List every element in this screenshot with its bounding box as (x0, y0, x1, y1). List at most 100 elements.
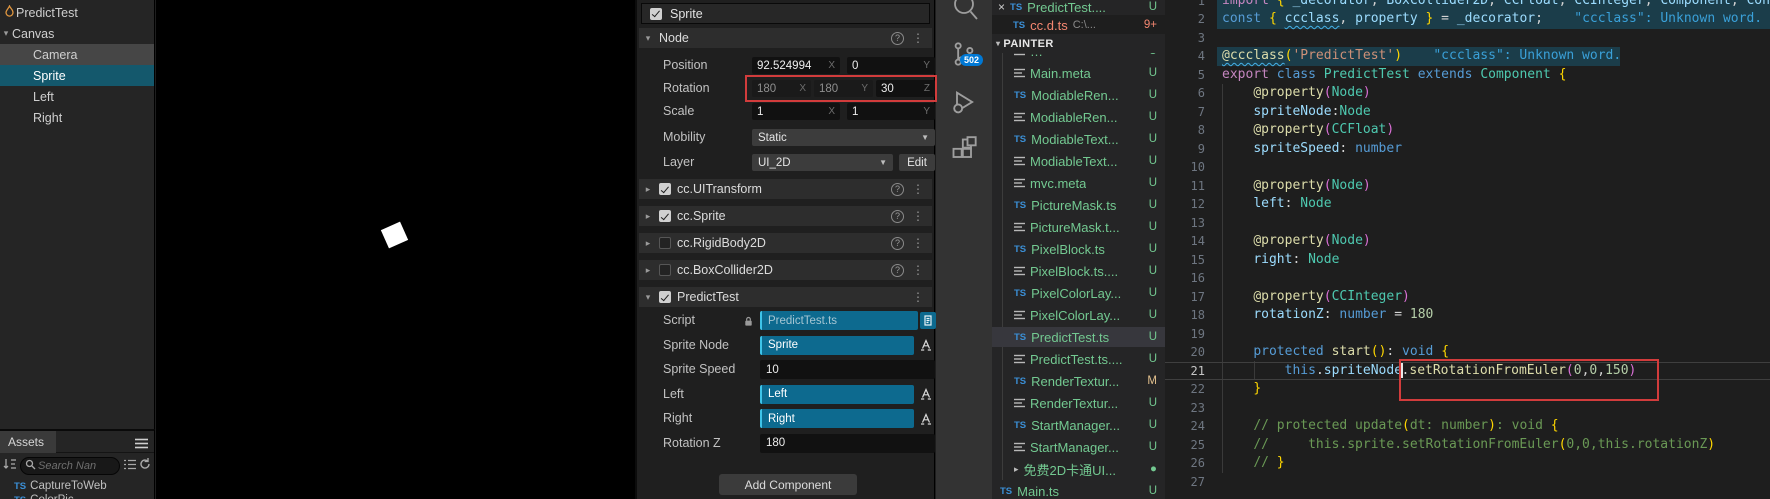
kebab-menu-icon[interactable]: ⋮ (910, 236, 926, 250)
node-picker-icon[interactable] (918, 337, 934, 354)
script-reference[interactable]: PredictTest.ts (760, 311, 918, 330)
code-line-5[interactable]: 5 export class PredictTest extends Compon… (1165, 66, 1770, 85)
tree-item--2d-ui-[interactable]: ▸ 免费2D卡通UI... ● (992, 459, 1165, 479)
position-x-input[interactable]: 92.524994 X (752, 57, 840, 74)
node-picker-icon[interactable] (918, 410, 934, 427)
assets-search-input[interactable]: Search Nan (20, 457, 120, 475)
explorer-section-painter[interactable]: ▾ PAINTER (992, 34, 1165, 53)
component-enabled-checkbox[interactable] (659, 237, 671, 249)
tree-item-pixelblock-ts[interactable]: TS PixelBlock.ts U (992, 239, 1165, 259)
close-icon[interactable]: × (998, 0, 1005, 14)
help-icon[interactable]: ? (891, 31, 904, 45)
code-line-27[interactable]: 27 (1165, 473, 1770, 492)
asset-item-colorpic[interactable]: TS ColorPic (0, 493, 154, 499)
component-enabled-checkbox[interactable] (659, 210, 671, 222)
code-line-1[interactable]: 1 import { _decorator, BoxCollider2D, CCF… (1165, 0, 1770, 10)
script-asset-icon[interactable] (920, 312, 936, 329)
code-line-8[interactable]: 8 @property(CCFloat) (1165, 121, 1770, 140)
code-line-26[interactable]: 26 // } (1165, 454, 1770, 473)
tree-item-modiabletext-[interactable]: ModiableText... U (992, 151, 1165, 171)
tree-item-pixelcolorlay-[interactable]: TS PixelColorLay... U (992, 283, 1165, 303)
tree-item-rendertextur-[interactable]: RenderTextur... U (992, 393, 1165, 413)
code-line-2[interactable]: 2 const { ccclass, property } = _decorato… (1165, 10, 1770, 29)
scene-view[interactable] (156, 0, 635, 499)
tree-item-mvc-meta[interactable]: mvc.meta U (992, 173, 1165, 193)
help-icon[interactable]: ? (891, 182, 904, 196)
rotation-z-input[interactable]: 30 Z (876, 80, 935, 97)
sprite-object[interactable] (380, 221, 409, 249)
tree-item-modiableren-[interactable]: TS ModiableRen... U (992, 85, 1165, 105)
asset-item-capturetoweb[interactable]: TS CaptureToWeb (0, 479, 154, 493)
code-line-15[interactable]: 15 right: Node (1165, 251, 1770, 270)
code-line-7[interactable]: 7 spriteNode:Node (1165, 103, 1770, 122)
refresh-icon[interactable] (139, 457, 151, 475)
node-picker-icon[interactable] (918, 386, 934, 403)
layer-edit-button[interactable]: Edit (899, 154, 935, 171)
kebab-menu-icon[interactable]: ⋮ (910, 290, 926, 304)
tree-item-pixelcolorlay-[interactable]: PixelColorLay... U (992, 305, 1165, 325)
node-section-header[interactable]: ▾ Node? ⋮ (639, 28, 932, 48)
help-icon[interactable]: ? (891, 236, 904, 250)
tree-item-picturemask-ts[interactable]: TS PictureMask.ts U (992, 195, 1165, 215)
rotation-y-input[interactable]: 180 Y (814, 80, 873, 97)
code-line-21[interactable]: 21 this.spriteNode.setRotationFromEuler(… (1165, 361, 1770, 380)
add-component-button[interactable]: Add Component (719, 474, 857, 495)
extensions-icon[interactable] (950, 136, 978, 169)
component-header-cc.sprite[interactable]: ▸ cc.Sprite? ⋮ (639, 206, 932, 226)
kebab-menu-icon[interactable]: ⋮ (910, 31, 926, 45)
code-line-10[interactable]: 10 (1165, 158, 1770, 177)
sprite-node-reference[interactable]: Sprite (760, 335, 914, 355)
tree-item-main-ts[interactable]: TS Main.ts U (992, 481, 1165, 499)
left-reference[interactable]: Left (760, 384, 914, 404)
mobility-dropdown[interactable]: Static ▼ (752, 129, 935, 146)
code-line-16[interactable]: 16 (1165, 269, 1770, 288)
scale-y-input[interactable]: 1Y (847, 103, 935, 120)
sort-icon[interactable] (3, 457, 17, 475)
kebab-menu-icon[interactable]: ⋮ (910, 182, 926, 196)
search-icon[interactable] (950, 0, 980, 28)
filter-icon[interactable] (123, 457, 136, 475)
tree-item-pixelblock-ts-[interactable]: PixelBlock.ts.... U (992, 261, 1165, 281)
code-line-25[interactable]: 25 // this.sprite.setRotationFromEuler(0… (1165, 436, 1770, 455)
component-header-cc.rigidbody2d[interactable]: ▸ cc.RigidBody2D? ⋮ (639, 233, 932, 253)
scale-x-input[interactable]: 1X (752, 103, 840, 120)
sprite-speed-input[interactable]: 10 (760, 360, 935, 379)
run-debug-icon[interactable] (950, 88, 978, 121)
tree-item-predicttest-ts-[interactable]: PredictTest.ts.... U (992, 349, 1165, 369)
code-line-9[interactable]: 9 spriteSpeed: number (1165, 140, 1770, 159)
tree-item-picturemask-t-[interactable]: PictureMask.t... U (992, 217, 1165, 237)
tree-item-modiabletext-[interactable]: TS ModiableText... U (992, 129, 1165, 149)
component-header-cc.uitransform[interactable]: ▸ cc.UITransform? ⋮ (639, 179, 932, 199)
code-line-24[interactable]: 24 // protected update(dt: number): void… (1165, 417, 1770, 436)
code-line-20[interactable]: 20 protected start(): void { (1165, 343, 1770, 362)
tree-item-rendertextur-[interactable]: TS RenderTextur... M (992, 371, 1165, 391)
hierarchy-item-left[interactable]: Left (0, 86, 154, 107)
help-icon[interactable]: ? (891, 263, 904, 277)
layer-dropdown[interactable]: UI_2D ▼ (752, 154, 893, 171)
code-editor[interactable]: 1 import { _decorator, BoxCollider2D, CCF… (1165, 0, 1770, 499)
code-line-12[interactable]: 12 left: Node (1165, 195, 1770, 214)
component-enabled-checkbox[interactable] (659, 183, 671, 195)
tree-item-main-meta[interactable]: Main.meta U (992, 63, 1165, 83)
code-line-14[interactable]: 14 @property(Node) (1165, 232, 1770, 251)
hierarchy-item-sprite[interactable]: Sprite (0, 65, 154, 86)
node-active-checkbox[interactable] (650, 7, 662, 20)
code-line-13[interactable]: 13 (1165, 214, 1770, 233)
right-reference[interactable]: Right (760, 409, 914, 428)
component-header-predicttest[interactable]: ▾ PredictTest ⋮ (639, 287, 932, 307)
component-header-cc.boxcollider2d[interactable]: ▸ cc.BoxCollider2D? ⋮ (639, 260, 932, 280)
component-enabled-checkbox[interactable] (659, 291, 671, 303)
tree-item-startmanager-[interactable]: StartManager... U (992, 437, 1165, 457)
code-line-17[interactable]: 17 @property(CCInteger) (1165, 288, 1770, 307)
open-editor-cc-d-ts[interactable]: TS cc.d.ts C:\... 9+ (992, 15, 1165, 35)
hierarchy-item-right[interactable]: Right (0, 107, 154, 128)
kebab-menu-icon[interactable]: ⋮ (910, 209, 926, 223)
hierarchy-item-canvas[interactable]: ▾ Canvas (0, 23, 154, 44)
tab-assets[interactable]: Assets (0, 431, 57, 453)
code-line-3[interactable]: 3 (1165, 29, 1770, 48)
hierarchy-item-predicttest[interactable]: PredictTest (0, 2, 154, 23)
position-y-input[interactable]: 0Y (847, 57, 935, 74)
code-line-4[interactable]: 4 @ccclass('PredictTest') "ccclass": Unkn… (1165, 47, 1770, 66)
code-line-19[interactable]: 19 (1165, 325, 1770, 344)
tree-item-startmanager-[interactable]: TS StartManager... U (992, 415, 1165, 435)
